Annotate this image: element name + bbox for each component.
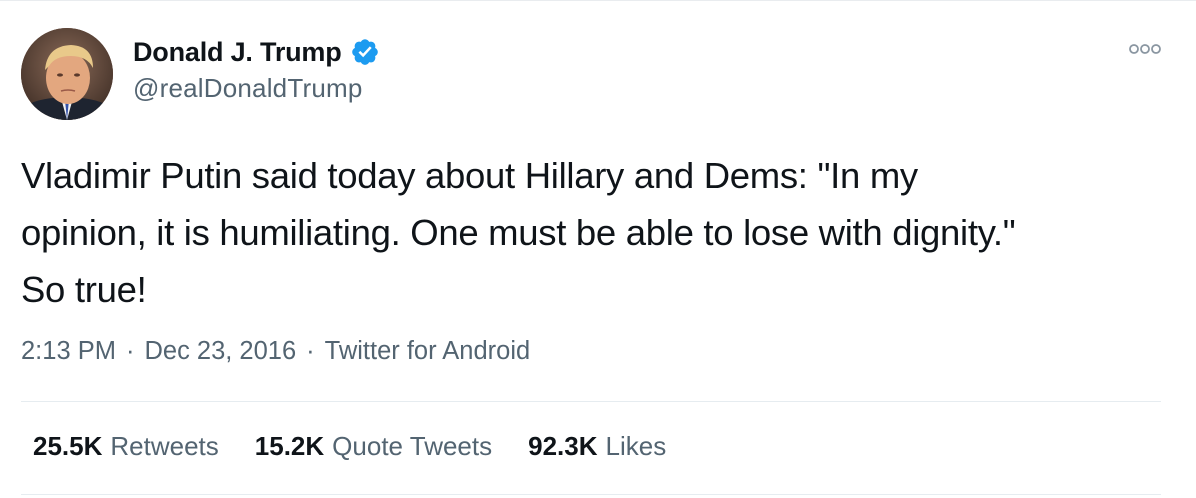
likes-count: 92.3K [528,431,598,461]
author-handle[interactable]: @realDonaldTrump [133,73,363,104]
divider [21,401,1161,402]
verified-badge-icon [351,39,378,65]
tweet-text: Vladimir Putin said today about Hillary … [21,155,1016,310]
tweet-time[interactable]: 2:13 PM [21,337,116,366]
tweet-card: Donald J. Trump @realDonaldTrump Vladimi… [0,0,1196,498]
divider [21,494,1161,495]
author-display-name[interactable]: Donald J. Trump [133,37,342,68]
meta-separator: · [125,337,135,365]
retweets-stat[interactable]: 25.5K Retweets [33,431,219,462]
tweet-stats: 25.5K Retweets 15.2K Quote Tweets 92.3K … [33,431,702,462]
tweet-meta: 2:13 PM · Dec 23, 2016 · Twitter for And… [21,337,530,366]
quote-tweets-stat[interactable]: 15.2K Quote Tweets [255,431,492,462]
tweet-date[interactable]: Dec 23, 2016 [144,337,296,366]
quote-tweets-count: 15.2K [254,431,325,461]
avatar-image [21,28,113,120]
retweets-count: 25.5K [33,431,103,461]
quote-tweets-label: Quote Tweets [332,431,493,461]
author-name-row[interactable]: Donald J. Trump [133,35,380,69]
likes-stat[interactable]: 92.3K Likes [528,431,666,462]
avatar[interactable] [21,28,113,120]
tweet-source[interactable]: Twitter for Android [325,337,531,366]
meta-separator: · [306,337,315,365]
more-options-icon[interactable] [1128,42,1162,56]
retweets-label: Retweets [110,431,219,461]
likes-label: Likes [605,431,667,461]
